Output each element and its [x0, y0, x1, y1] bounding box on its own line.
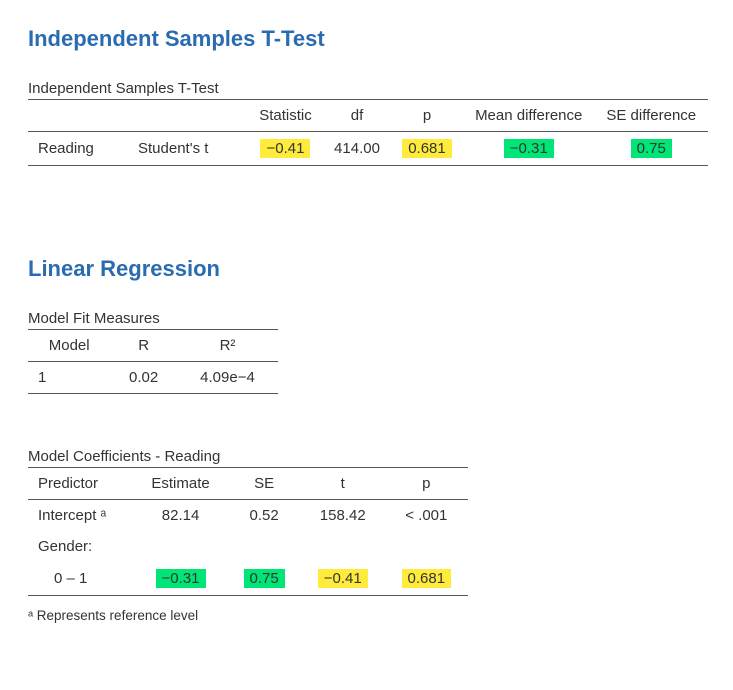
coef-header-se: SE: [227, 468, 300, 500]
coef-contrast-se: 0.75: [244, 569, 285, 588]
coef-footnote: ᵃ Represents reference level: [28, 608, 705, 623]
coef-row-intercept: Intercept ᵃ 82.14 0.52 158.42 < .001: [28, 500, 468, 532]
fit-table-caption: Model Fit Measures: [28, 310, 705, 327]
ttest-row-method: Student's t: [128, 132, 248, 166]
coef-header-p: p: [385, 468, 468, 500]
ttest-row-variable: Reading: [28, 132, 128, 166]
ttest-header-mean-diff: Mean difference: [463, 100, 595, 132]
regression-section-title: Linear Regression: [28, 256, 705, 282]
coef-header-predictor: Predictor: [28, 468, 134, 500]
coef-header-row: Predictor Estimate SE t p: [28, 468, 468, 500]
coef-contrast-estimate: −0.31: [156, 569, 206, 588]
ttest-row-statistic: −0.41: [260, 139, 310, 158]
coef-intercept-se: 0.52: [227, 500, 300, 532]
ttest-row-mean-diff: −0.31: [504, 139, 554, 158]
ttest-row-p: 0.681: [402, 139, 452, 158]
coef-intercept-t: 158.42: [301, 500, 385, 532]
fit-row-model: 1: [28, 362, 110, 394]
ttest-header-se-diff: SE difference: [595, 100, 709, 132]
fit-table: Model R R² 1 0.02 4.09e−4: [28, 329, 278, 394]
coef-row-contrast: 0 – 1 −0.31 0.75 −0.41 0.681: [28, 562, 468, 596]
coef-row-group-label: Gender:: [28, 531, 468, 562]
fit-header-r2: R²: [177, 330, 278, 362]
coef-contrast-label: 0 – 1: [28, 562, 134, 596]
ttest-header-row: Statistic df p Mean difference SE differ…: [28, 100, 708, 132]
fit-header-model: Model: [28, 330, 110, 362]
coef-intercept-p: < .001: [385, 500, 468, 532]
ttest-row-df: 414.00: [323, 132, 391, 166]
fit-data-row: 1 0.02 4.09e−4: [28, 362, 278, 394]
ttest-data-row: Reading Student's t −0.41 414.00 0.681 −…: [28, 132, 708, 166]
ttest-header-df: df: [323, 100, 391, 132]
fit-row-r2: 4.09e−4: [177, 362, 278, 394]
coef-table: Predictor Estimate SE t p Intercept ᵃ 82…: [28, 467, 468, 596]
fit-row-r: 0.02: [110, 362, 177, 394]
ttest-table-caption: Independent Samples T-Test: [28, 80, 705, 97]
coef-table-caption: Model Coefficients - Reading: [28, 448, 705, 465]
ttest-row-se-diff: 0.75: [631, 139, 672, 158]
ttest-section-title: Independent Samples T-Test: [28, 26, 705, 52]
coef-contrast-p: 0.681: [402, 569, 452, 588]
ttest-header-statistic: Statistic: [248, 100, 323, 132]
fit-header-r: R: [110, 330, 177, 362]
coef-group-label: Gender:: [28, 531, 134, 562]
ttest-header-p: p: [391, 100, 463, 132]
ttest-table: Statistic df p Mean difference SE differ…: [28, 99, 708, 166]
coef-header-t: t: [301, 468, 385, 500]
fit-header-row: Model R R²: [28, 330, 278, 362]
coef-intercept-label: Intercept ᵃ: [28, 500, 134, 532]
coef-header-estimate: Estimate: [134, 468, 228, 500]
coef-intercept-estimate: 82.14: [134, 500, 228, 532]
coef-contrast-t: −0.41: [318, 569, 368, 588]
